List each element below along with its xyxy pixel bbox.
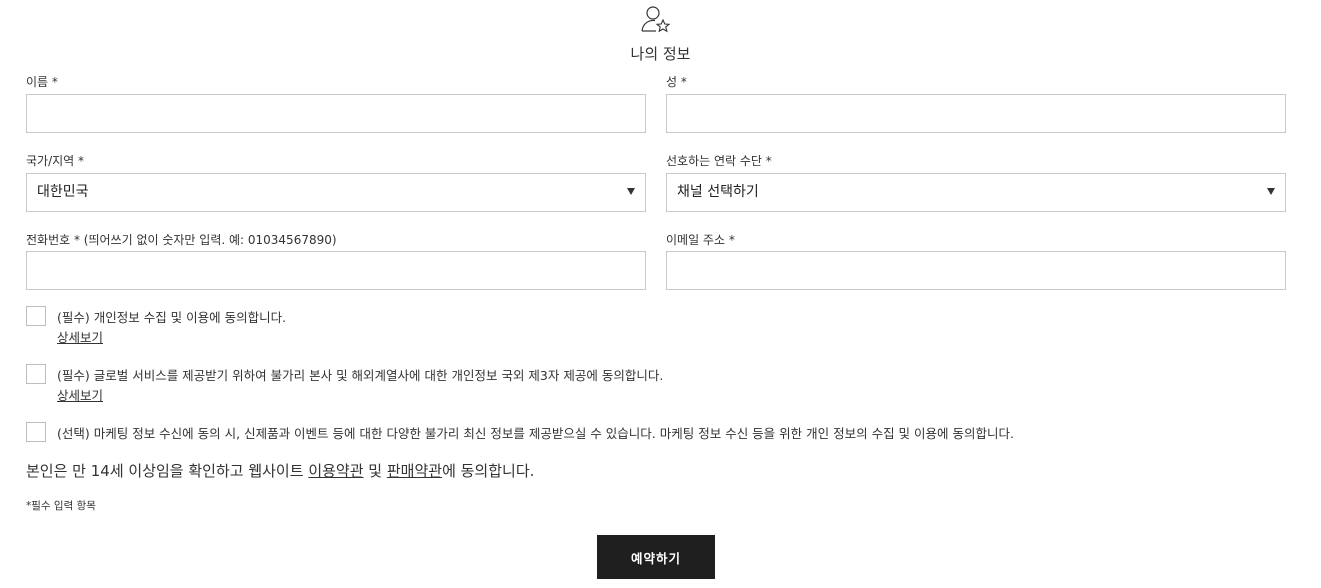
age-consent-prefix: 본인은 만 14세 이상임을 확인하고 웹사이트	[26, 462, 309, 480]
terms-of-sale-link[interactable]: 판매약관	[387, 462, 442, 480]
country-label: 국가/지역 *	[26, 154, 85, 168]
email-input[interactable]	[666, 251, 1286, 290]
page-title: 나의 정보	[630, 45, 691, 63]
consent-marketing-checkbox[interactable]	[26, 422, 46, 442]
phone-input[interactable]	[26, 251, 646, 290]
consent-privacy-checkbox[interactable]	[26, 306, 46, 326]
age-consent-suffix: 에 동의합니다.	[442, 462, 535, 480]
caret-down-icon	[627, 188, 635, 195]
first-name-label: 이름 *	[26, 75, 58, 89]
consent-marketing-text: (선택) 마케팅 정보 수신에 동의 시, 신제품과 이벤트 등에 대한 다양한…	[57, 426, 1014, 441]
user-star-icon	[641, 6, 671, 33]
country-selected-value: 대한민국	[37, 184, 89, 200]
consent-overseas-checkbox[interactable]	[26, 364, 46, 384]
caret-down-icon	[1267, 188, 1275, 195]
consent-privacy-text: (필수) 개인정보 수집 및 이용에 동의합니다.	[57, 310, 287, 325]
age-consent-middle: 및	[363, 462, 387, 480]
consent-overseas-detail-link[interactable]: 상세보기	[57, 385, 103, 404]
consent-overseas-text: (필수) 글로벌 서비스를 제공받기 위하여 불가리 본사 및 해외계열사에 대…	[57, 368, 664, 383]
last-name-input[interactable]	[666, 94, 1286, 133]
terms-of-use-link[interactable]: 이용약관	[308, 462, 363, 480]
first-name-input[interactable]	[26, 94, 646, 133]
consent-privacy-detail-link[interactable]: 상세보기	[57, 327, 103, 346]
contact-channel-select[interactable]: 채널 선택하기	[666, 173, 1286, 212]
email-label: 이메일 주소 *	[666, 233, 735, 247]
age-terms-consent: 본인은 만 14세 이상임을 확인하고 웹사이트 이용약관 및 판매약관에 동의…	[26, 460, 534, 481]
reserve-button[interactable]: 예약하기	[597, 535, 715, 579]
last-name-label: 성 *	[666, 75, 687, 89]
contact-channel-label: 선호하는 연락 수단 *	[666, 154, 772, 168]
contact-channel-selected-value: 채널 선택하기	[677, 184, 759, 200]
country-select[interactable]: 대한민국	[26, 173, 646, 212]
required-fields-note: *필수 입력 항목	[26, 500, 96, 512]
phone-label: 전화번호 * (띄어쓰기 없이 숫자만 입력. 예: 01034567890)	[26, 233, 337, 247]
